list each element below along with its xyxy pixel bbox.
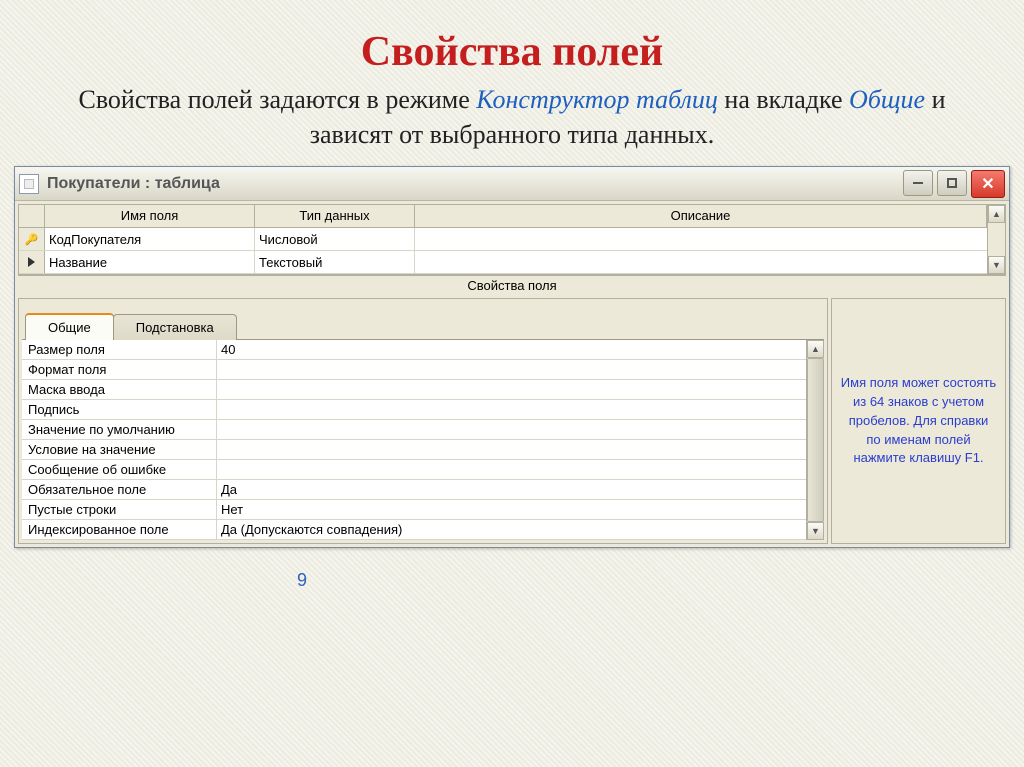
scroll-down-icon[interactable]: ▼ bbox=[988, 256, 1005, 274]
prop-label: Подпись bbox=[22, 400, 217, 419]
row-selector-header[interactable] bbox=[19, 205, 45, 227]
prop-label: Размер поля bbox=[22, 340, 217, 359]
subtitle-part2: на вкладке bbox=[718, 85, 849, 114]
subtitle-part1: Свойства полей задаются в режиме bbox=[78, 85, 476, 114]
prop-value[interactable] bbox=[217, 420, 824, 439]
col-header-type[interactable]: Тип данных bbox=[255, 205, 415, 227]
cell-name[interactable]: Название bbox=[45, 251, 255, 273]
properties-vscrollbar[interactable]: ▲ ▼ bbox=[806, 340, 824, 540]
properties-grid[interactable]: Размер поля 40 Формат поля Маска ввода П… bbox=[22, 339, 824, 540]
property-row[interactable]: Обязательное поле Да bbox=[22, 480, 824, 500]
prop-label: Обязательное поле bbox=[22, 480, 217, 499]
window-title: Покупатели : таблица bbox=[47, 175, 903, 193]
prop-label: Условие на значение bbox=[22, 440, 217, 459]
hint-panel: Имя поля может состоять из 64 знаков с у… bbox=[831, 298, 1006, 544]
tab-lookup[interactable]: Подстановка bbox=[113, 314, 237, 340]
cell-desc[interactable] bbox=[415, 251, 1005, 273]
table-row[interactable]: Название Текстовый bbox=[19, 251, 1005, 274]
page-title: Свойства полей bbox=[0, 0, 1024, 82]
prop-value[interactable] bbox=[217, 380, 824, 399]
page-subtitle: Свойства полей задаются в режиме Констру… bbox=[0, 82, 1024, 166]
prop-value[interactable] bbox=[217, 400, 824, 419]
prop-label: Маска ввода bbox=[22, 380, 217, 399]
prop-label: Сообщение об ошибке bbox=[22, 460, 217, 479]
window-controls: ✕ bbox=[903, 170, 1009, 198]
prop-value[interactable] bbox=[217, 440, 824, 459]
property-row[interactable]: Маска ввода bbox=[22, 380, 824, 400]
prop-label: Формат поля bbox=[22, 360, 217, 379]
titlebar[interactable]: Покупатели : таблица ✕ bbox=[15, 167, 1009, 201]
prop-value[interactable]: Нет bbox=[217, 500, 824, 519]
prop-value[interactable]: Да bbox=[217, 480, 824, 499]
prop-value[interactable]: Да (Допускаются совпадения) bbox=[217, 520, 824, 539]
prop-label: Пустые строки bbox=[22, 500, 217, 519]
property-row[interactable]: Сообщение об ошибке bbox=[22, 460, 824, 480]
subtitle-em1: Конструктор таблиц bbox=[476, 85, 718, 114]
row-selector[interactable] bbox=[19, 251, 45, 273]
scroll-down-icon[interactable]: ▼ bbox=[807, 522, 824, 540]
access-window: Покупатели : таблица ✕ Имя поля Тип данн… bbox=[14, 166, 1010, 548]
scroll-up-icon[interactable]: ▲ bbox=[988, 205, 1005, 223]
hint-text: Имя поля может состоять из 64 знаков с у… bbox=[840, 374, 997, 468]
scroll-up-icon[interactable]: ▲ bbox=[807, 340, 824, 358]
grid-vscrollbar[interactable]: ▲ ▼ bbox=[987, 205, 1005, 274]
prop-value[interactable] bbox=[217, 460, 824, 479]
cell-desc[interactable] bbox=[415, 228, 1005, 250]
maximize-button[interactable] bbox=[937, 170, 967, 196]
cell-type[interactable]: Числовой bbox=[255, 228, 415, 250]
prop-label: Индексированное поле bbox=[22, 520, 217, 539]
property-row[interactable]: Пустые строки Нет bbox=[22, 500, 824, 520]
prop-value[interactable]: 40 bbox=[217, 340, 824, 359]
properties-tabs-panel: Общие Подстановка Размер поля 40 Формат … bbox=[18, 298, 828, 544]
property-row[interactable]: Условие на значение bbox=[22, 440, 824, 460]
window-icon bbox=[19, 174, 39, 194]
close-button[interactable]: ✕ bbox=[971, 170, 1005, 198]
property-row[interactable]: Индексированное поле Да (Допускаются сов… bbox=[22, 520, 824, 540]
properties-container: Общие Подстановка Размер поля 40 Формат … bbox=[18, 298, 1006, 544]
tab-general[interactable]: Общие bbox=[25, 313, 114, 340]
property-row[interactable]: Подпись bbox=[22, 400, 824, 420]
property-row[interactable]: Формат поля bbox=[22, 360, 824, 380]
fields-grid[interactable]: Имя поля Тип данных Описание 🔑 КодПокупа… bbox=[18, 204, 1006, 275]
tabs: Общие Подстановка bbox=[19, 299, 827, 339]
prop-value[interactable] bbox=[217, 360, 824, 379]
grid-header: Имя поля Тип данных Описание bbox=[19, 205, 1005, 228]
page-number: 9 bbox=[0, 548, 1024, 591]
property-row[interactable]: Размер поля 40 bbox=[22, 340, 824, 360]
row-selector[interactable]: 🔑 bbox=[19, 228, 45, 250]
cell-name[interactable]: КодПокупателя bbox=[45, 228, 255, 250]
prop-label: Значение по умолчанию bbox=[22, 420, 217, 439]
section-label: Свойства поля bbox=[18, 275, 1006, 295]
current-row-icon bbox=[28, 257, 35, 267]
cell-type[interactable]: Текстовый bbox=[255, 251, 415, 273]
subtitle-em2: Общие bbox=[849, 85, 925, 114]
col-header-name[interactable]: Имя поля bbox=[45, 205, 255, 227]
table-row[interactable]: 🔑 КодПокупателя Числовой bbox=[19, 228, 1005, 251]
scroll-thumb[interactable] bbox=[807, 358, 824, 522]
property-row[interactable]: Значение по умолчанию bbox=[22, 420, 824, 440]
key-icon: 🔑 bbox=[25, 233, 39, 246]
col-header-desc[interactable]: Описание bbox=[415, 205, 987, 227]
minimize-button[interactable] bbox=[903, 170, 933, 196]
